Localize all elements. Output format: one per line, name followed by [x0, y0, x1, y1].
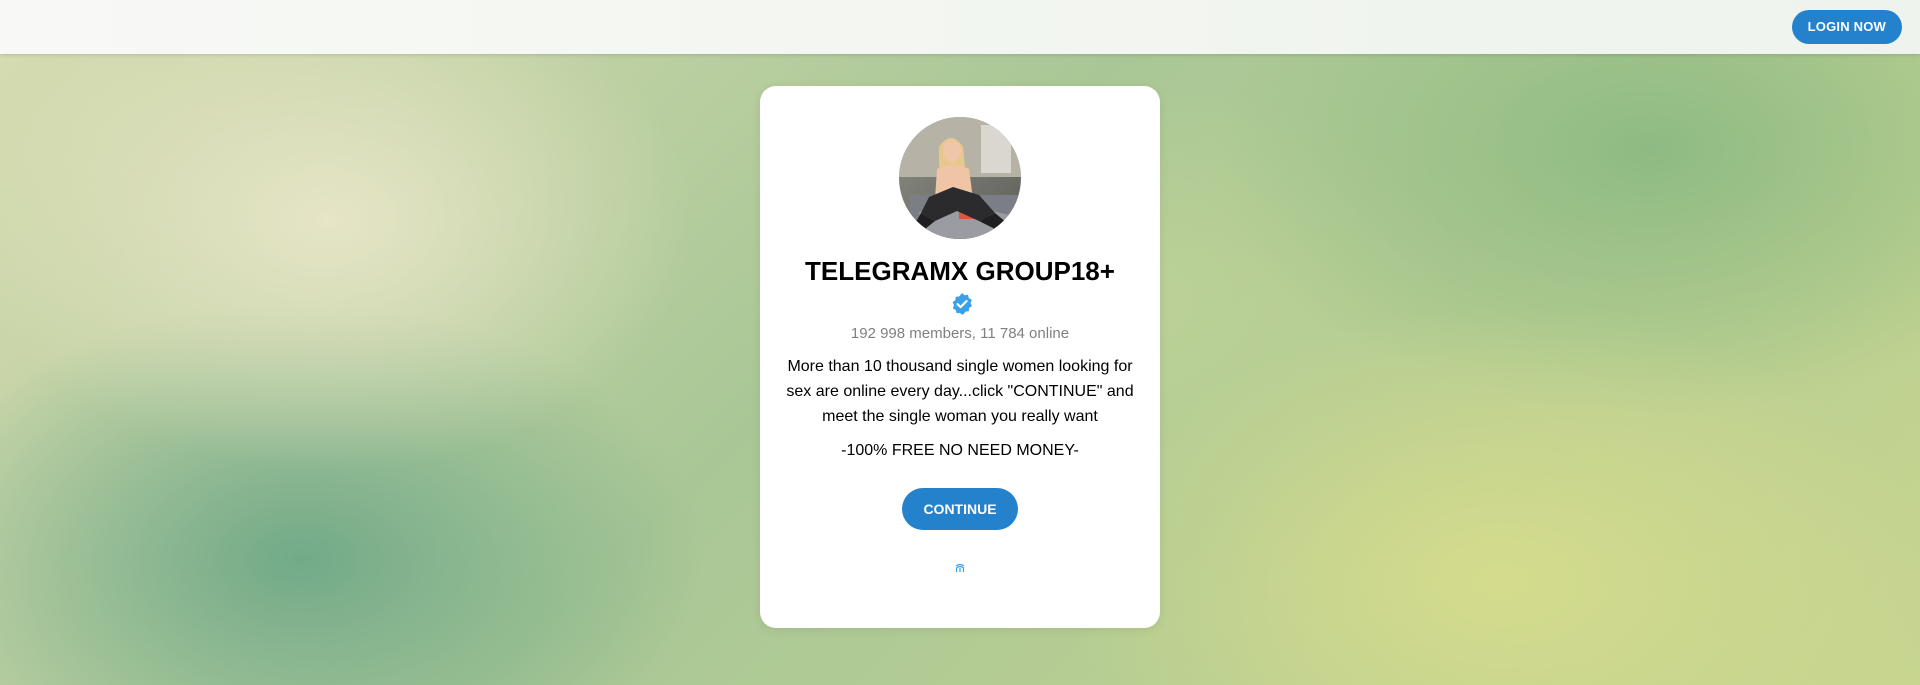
channel-card: TELEGRAMX GROUP18+ 192 998 members, 11 7…	[760, 86, 1160, 628]
channel-avatar	[899, 117, 1021, 239]
continue-button[interactable]: CONTINUE	[902, 488, 1018, 530]
verified-badge-icon	[952, 293, 972, 315]
top-bar: LOGIN NOW	[0, 0, 1920, 54]
channel-title: TELEGRAMX GROUP18+	[805, 256, 1115, 286]
free-notice: -100% FREE NO NEED MONEY-	[841, 442, 1079, 459]
channel-stats: 192 998 members, 11 784 online	[850, 325, 1070, 342]
telegram-mini-icon	[955, 563, 965, 572]
channel-description: More than 10 thousand single women looki…	[786, 358, 1134, 425]
avatar-image	[899, 117, 1021, 239]
login-now-button[interactable]: LOGIN NOW	[1791, 10, 1902, 44]
